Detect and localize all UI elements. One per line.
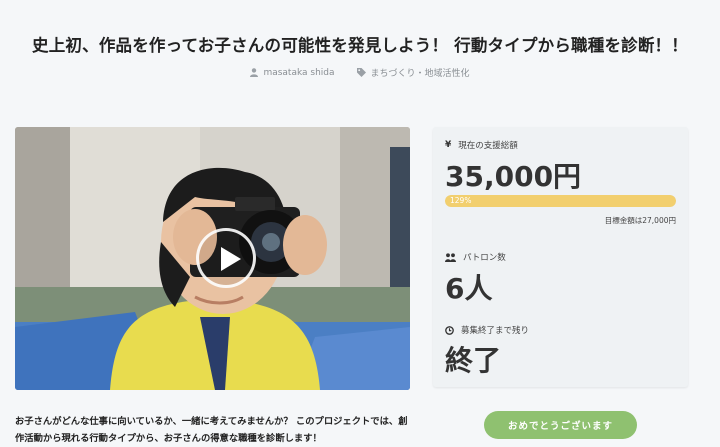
project-meta: masataka shida まちづくり・地域活性化 xyxy=(0,66,720,79)
patrons-value: 6人 xyxy=(445,272,493,305)
category-name: まちづくり・地域活性化 xyxy=(370,69,470,79)
remaining-label-row: 募集終了まで残り xyxy=(445,324,529,336)
category[interactable]: まちづくり・地域活性化 xyxy=(356,66,470,79)
clock-icon xyxy=(445,325,454,335)
yen-icon: ¥ xyxy=(445,140,452,150)
raised-label-row: ¥ 現在の支援総額 xyxy=(445,139,518,151)
author[interactable]: masataka shida xyxy=(250,66,335,79)
project-description: お子さんがどんな仕事に向いているか、一緒に考えてみませんか？ このプロジェクトで… xyxy=(15,416,408,444)
tag-icon xyxy=(356,68,366,77)
progress-text: 129% xyxy=(450,196,472,205)
remaining-label: 募集終了まで残り xyxy=(461,326,530,336)
page-title: 史上初、作品を作ってお子さんの可能性を発見しよう！ 行動タイプから職種を診断！！ xyxy=(32,36,688,55)
progress-fill xyxy=(445,195,676,207)
progress-bar: 129% xyxy=(445,195,676,207)
raised-label: 現在の支援総額 xyxy=(458,141,518,151)
congratulations-button[interactable]: おめでとうございます xyxy=(484,411,637,439)
users-icon xyxy=(445,252,456,262)
patrons-label: パトロン数 xyxy=(463,253,506,263)
remaining-value: 終了 xyxy=(445,344,502,377)
project-video[interactable] xyxy=(15,127,410,390)
raised-value: 35,000円 xyxy=(445,160,582,193)
user-icon xyxy=(250,68,259,77)
play-button[interactable] xyxy=(196,228,256,288)
funding-panel: ¥ 現在の支援総額 35,000円 129% 目標金額は27,000円 パトロン… xyxy=(433,127,688,387)
author-name: masataka shida xyxy=(263,67,335,78)
patrons-label-row: パトロン数 xyxy=(445,251,506,263)
goal-amount: 目標金額は27,000円 xyxy=(604,216,676,225)
